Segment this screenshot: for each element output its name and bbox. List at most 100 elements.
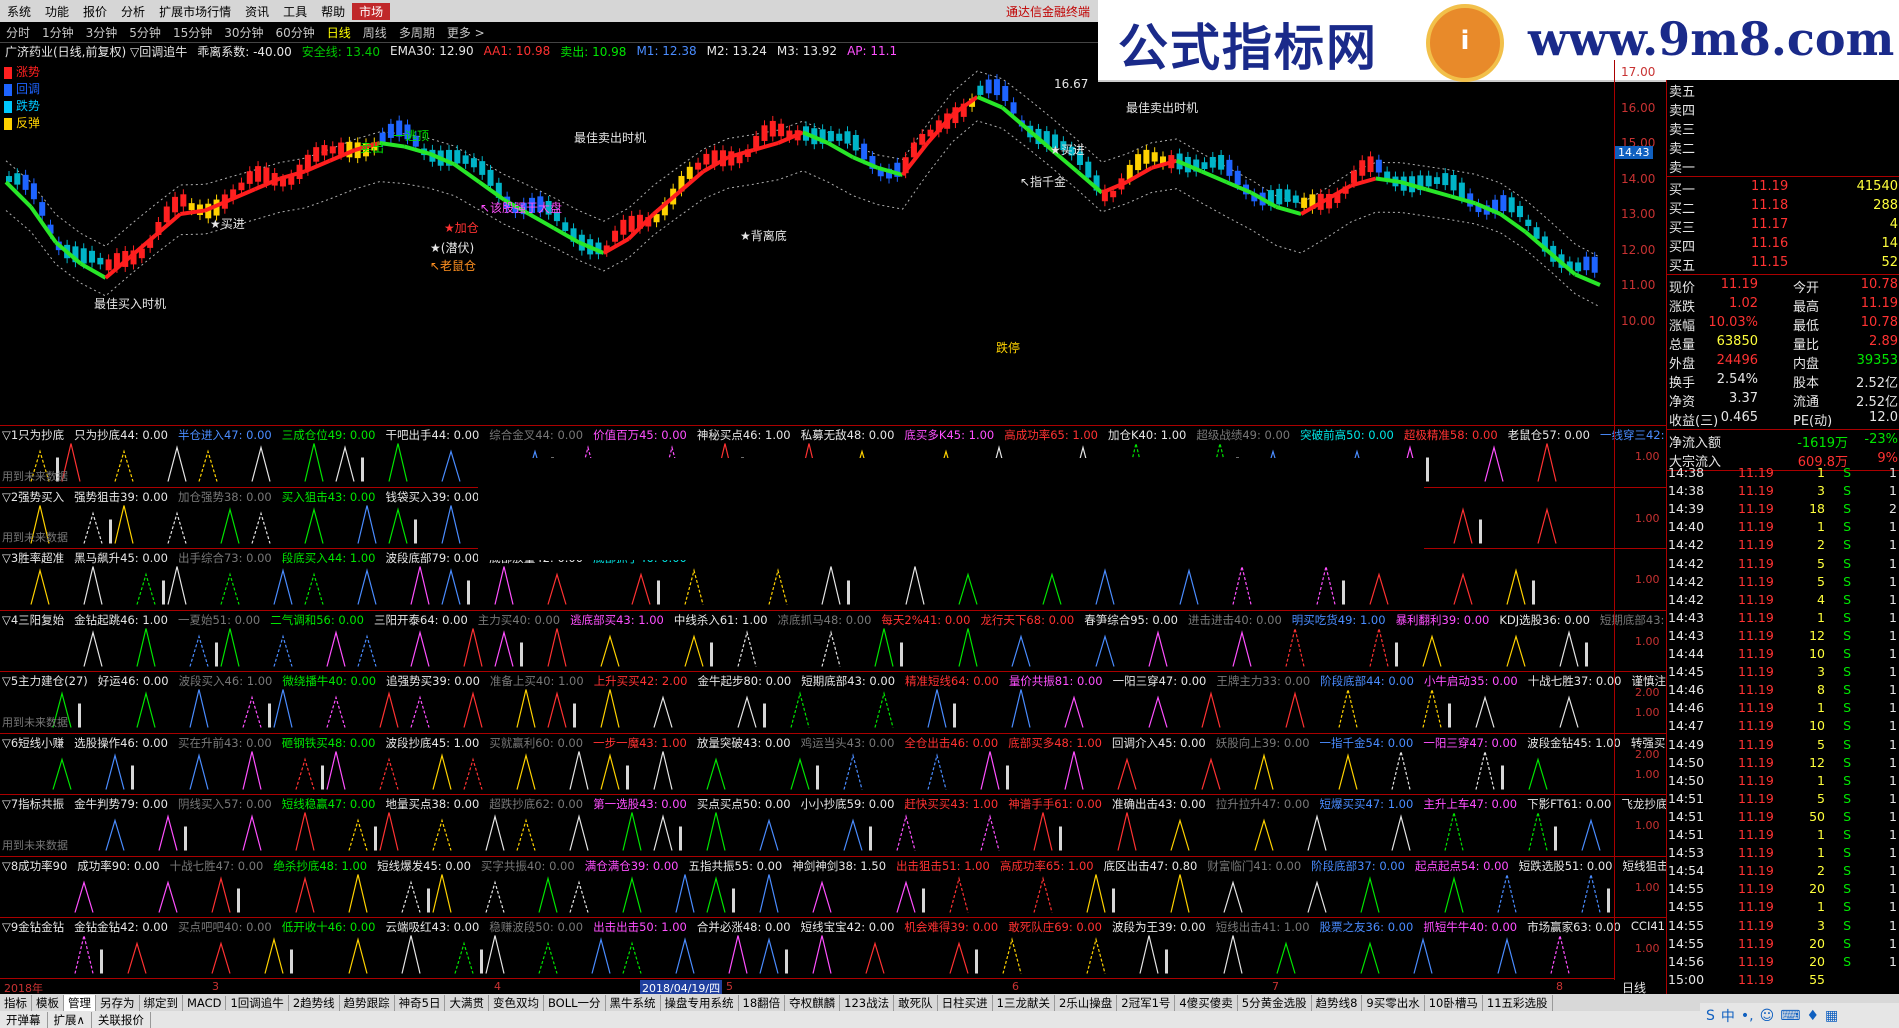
- tray-icon[interactable]: ▦: [1825, 1008, 1838, 1024]
- panel-value: 准备上买40: 1.00: [489, 674, 584, 688]
- indicator-tab-20[interactable]: 1三龙献关: [993, 994, 1055, 1011]
- period-tab-8[interactable]: 周线: [357, 24, 393, 41]
- tick-price: 11.19: [1738, 736, 1774, 752]
- period-tab-4[interactable]: 15分钟: [167, 24, 218, 41]
- indicator-panel-6[interactable]: ▽6短线小赚 选股操作46: 0.00 买在升前43: 0.00 砸钢铁买48: 0.…: [0, 732, 1706, 796]
- panel-value: 买点吧吧40: 0.00: [177, 920, 272, 934]
- indicator-tab-6[interactable]: 1回调追牛: [226, 994, 289, 1011]
- period-tab-10[interactable]: 更多 >: [441, 24, 491, 41]
- legend-label: 跌势: [16, 99, 41, 113]
- indicator-tab-2[interactable]: 管理: [64, 994, 96, 1011]
- bottom-tab-1[interactable]: 扩展∧: [48, 1011, 92, 1028]
- indicator-tab-8[interactable]: 趋势跟踪: [340, 994, 395, 1011]
- tick-volume: 1: [1817, 772, 1825, 788]
- menu-item-3[interactable]: 分析: [114, 3, 152, 20]
- panel-header: ▽1只为抄底 只为抄底44: 0.00 半仓进入47: 0.00 三成仓位49: 0.…: [2, 427, 1727, 443]
- indicator-tab-14[interactable]: 操盘专用系统: [661, 994, 739, 1011]
- tick-count: 1: [1889, 465, 1897, 480]
- indicator-tab-3[interactable]: 另存为: [96, 994, 140, 1011]
- tick-time: 14:42: [1668, 555, 1705, 571]
- candles: [6, 74, 1598, 278]
- panel-value: 赶快买买43: 1.00: [904, 797, 999, 811]
- indicator-tab-27[interactable]: 10卧槽马: [1425, 994, 1483, 1011]
- tick-side: S: [1843, 845, 1851, 861]
- stat-value: 2.52亿: [1856, 376, 1898, 391]
- period-tab-0[interactable]: 分时: [0, 24, 36, 41]
- indicator-tab-16[interactable]: 夺权麒麟: [785, 994, 841, 1011]
- indicator-panel-5[interactable]: ▽5主力建仓(27) 好运46: 0.00 波段买入46: 1.00 微绕播牛40: …: [0, 671, 1718, 734]
- period-tab-1[interactable]: 1分钟: [36, 24, 80, 41]
- bottom-tab-2[interactable]: 关联报价: [92, 1011, 151, 1028]
- tick-time: 14:40: [1668, 519, 1705, 535]
- tick-volume: 10: [1809, 646, 1825, 661]
- menu-item-0[interactable]: 系统: [0, 3, 38, 20]
- bottom-tab-0[interactable]: 开弹幕: [0, 1011, 48, 1028]
- indicator-tab-10[interactable]: 大满贯: [445, 994, 489, 1011]
- indicator-tab-22[interactable]: 2冠军1号: [1117, 994, 1176, 1011]
- tray-icon[interactable]: ⌨: [1780, 1008, 1800, 1024]
- indicator-tab-5[interactable]: MACD: [183, 995, 227, 1010]
- stat-label: 内盘: [1793, 357, 1820, 372]
- tray-icon[interactable]: ☺: [1760, 1008, 1775, 1024]
- tray-icon[interactable]: •,: [1741, 1008, 1754, 1024]
- panel-value: 黑马飙升45: 0.00: [74, 551, 168, 565]
- indicator-tab-9[interactable]: 神奇5日: [395, 994, 446, 1011]
- tick-time: 14:43: [1668, 609, 1705, 625]
- period-tab-5[interactable]: 30分钟: [218, 24, 269, 41]
- tick-count: 1: [1889, 700, 1897, 716]
- stat-value: 11.19: [1720, 277, 1758, 292]
- candlestick-chart[interactable]: 最佳买入时机 ★买进 ★加仓 卖出一逃顶 最佳卖出时机 ★背离底 ★(潜伏) ↖老鼠仓 ↖该股强…: [0, 60, 1614, 430]
- period-tab-7[interactable]: 日线: [321, 24, 357, 41]
- indicator-tab-24[interactable]: 5分黄金选股: [1238, 994, 1312, 1011]
- indicator-tab-4[interactable]: 绑定到: [140, 994, 183, 1011]
- tick-count: 1: [1889, 591, 1897, 607]
- indicator-tab-19[interactable]: 日柱买进: [938, 994, 993, 1011]
- indicator-tab-11[interactable]: 变色双均: [489, 994, 544, 1011]
- indicator-tab-28[interactable]: 11五彩选股: [1483, 994, 1553, 1011]
- tick-time: 14:46: [1668, 700, 1705, 716]
- panel-value: 买在升前43: 0.00: [177, 735, 272, 750]
- tray-icon[interactable]: ♦: [1806, 1008, 1819, 1024]
- indicator-tab-17[interactable]: 123战法: [840, 994, 895, 1011]
- menu-item-8[interactable]: 市场: [352, 2, 391, 20]
- menu-item-6[interactable]: 工具: [276, 3, 314, 20]
- tray-icon[interactable]: S: [1706, 1008, 1715, 1024]
- menu-item-5[interactable]: 资讯: [238, 3, 276, 20]
- bid-row: 买三 11.17 4: [1669, 216, 1898, 236]
- indicator-tab-7[interactable]: 2趋势线: [289, 994, 340, 1011]
- tick-side: S: [1843, 953, 1851, 969]
- indicator-panel-4[interactable]: ▽4三阳复始 金钻起跳46: 1.00 一夏始51: 0.00 二气调和56: 0.0…: [0, 609, 1679, 673]
- tick-side: S: [1843, 682, 1851, 698]
- tick-price: 11.19: [1738, 537, 1774, 553]
- indicator-panel-9[interactable]: ▽9金钻金钻 金钻金钻42: 0.00 买点吧吧40: 0.00 低开收十46: 0.…: [0, 917, 1698, 980]
- menu-item-2[interactable]: 报价: [76, 3, 114, 20]
- period-tab-6[interactable]: 60分钟: [270, 24, 321, 41]
- panel-value: 底部买多48: 1.00: [1008, 735, 1102, 750]
- indicator-tab-21[interactable]: 2乐山操盘: [1055, 994, 1118, 1011]
- panel-value: 财富临门41: 0.00: [1207, 858, 1302, 873]
- tick-volume: 1: [1817, 700, 1825, 716]
- period-tab-9[interactable]: 多周期: [393, 24, 441, 41]
- indicator-panel-7[interactable]: ▽7指标共振 金牛判势79: 0.00 阴线买入57: 0.00 短线稳赢47: 0.…: [0, 794, 1715, 857]
- tick-side: S: [1843, 863, 1851, 879]
- indicator-tab-25[interactable]: 趋势线8: [1312, 994, 1363, 1011]
- indicator-tab-12[interactable]: BOLL一分: [544, 994, 606, 1011]
- menu-item-7[interactable]: 帮助: [314, 3, 352, 20]
- legend-swatch-icon: [4, 66, 12, 79]
- indicator-tab-15[interactable]: 18翻倍: [739, 994, 786, 1011]
- indicator-tab-18[interactable]: 敢死队: [894, 994, 938, 1011]
- menu-item-4[interactable]: 扩展市场行情: [152, 3, 238, 20]
- indicator-panel-8[interactable]: ▽8成功率90 成功率90: 0.00 十战七胜47: 0.00 绝杀抄底48: 1.…: [0, 855, 1709, 919]
- indicator-tab-0[interactable]: 指标: [0, 994, 32, 1011]
- indicator-tab-1[interactable]: 模板: [32, 994, 64, 1011]
- period-tab-3[interactable]: 5分钟: [123, 24, 167, 41]
- indicator-tab-13[interactable]: 黑牛系统: [606, 994, 661, 1011]
- indicator-tab-26[interactable]: 9买零出水: [1362, 994, 1425, 1011]
- tick-price: 11.19: [1738, 573, 1774, 589]
- period-tab-2[interactable]: 3分钟: [80, 24, 124, 41]
- menu-item-1[interactable]: 功能: [38, 3, 76, 20]
- panel-value: 回调介入45: 0.00: [1111, 735, 1206, 750]
- tray-icon[interactable]: 中: [1721, 1006, 1735, 1026]
- tick-time: 14:46: [1668, 682, 1705, 698]
- indicator-tab-23[interactable]: 4傻买傻卖: [1175, 994, 1238, 1011]
